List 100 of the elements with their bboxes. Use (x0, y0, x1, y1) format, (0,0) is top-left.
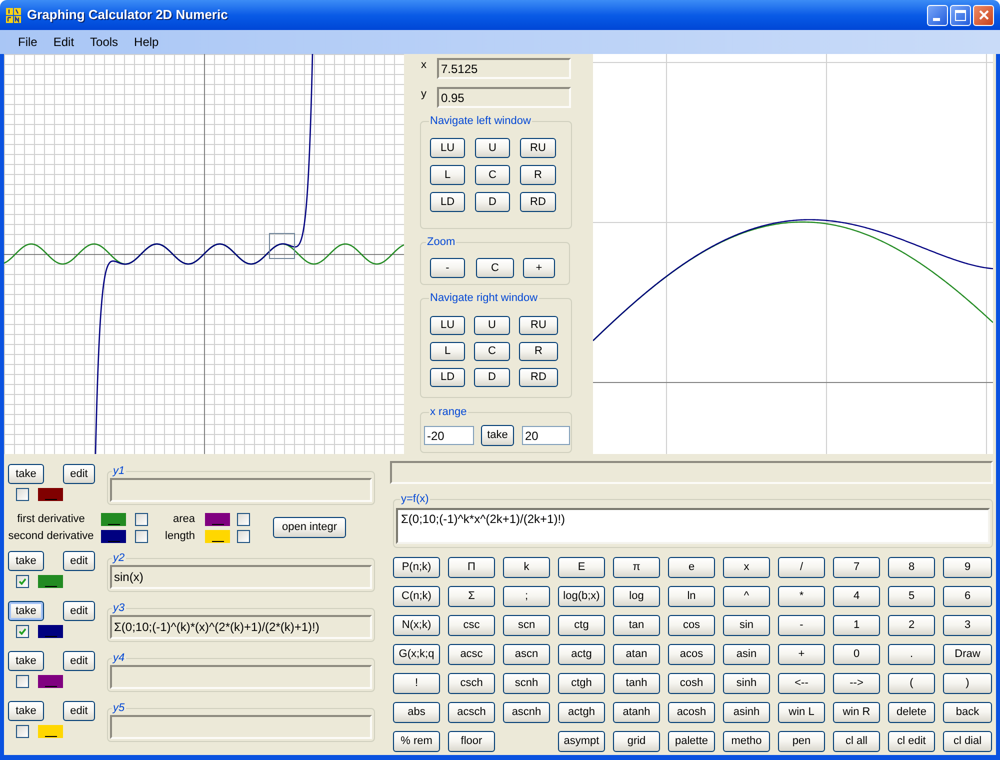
keypad-key[interactable]: C(n;k) (393, 586, 440, 607)
navigate-button[interactable]: D (474, 368, 510, 387)
close-button[interactable] (973, 4, 994, 26)
maximize-button[interactable] (950, 4, 971, 26)
keypad-key[interactable]: scn (503, 615, 550, 636)
navigate-button[interactable]: U (475, 138, 510, 158)
keypad-key[interactable]: metho (723, 731, 770, 752)
keypad-key[interactable]: acsch (448, 702, 495, 723)
color-swatch-icon[interactable] (101, 530, 126, 542)
keypad-key[interactable]: cosh (668, 673, 715, 694)
keypad-key[interactable]: ! (393, 673, 440, 694)
keypad-key[interactable]: grid (613, 731, 660, 752)
keypad-key[interactable]: Π (448, 557, 495, 578)
edit-button[interactable]: edit (63, 651, 95, 671)
navigate-button[interactable]: RU (519, 316, 558, 335)
function-field[interactable] (110, 478, 372, 502)
minimize-button[interactable] (927, 4, 948, 26)
keypad-key[interactable]: + (778, 644, 825, 665)
checkbox[interactable] (16, 575, 29, 588)
keypad-key[interactable]: 3 (943, 615, 992, 636)
keypad-key[interactable]: actgh (558, 702, 605, 723)
keypad-key[interactable]: 0 (833, 644, 880, 665)
keypad-key[interactable]: ^ (723, 586, 770, 607)
function-field[interactable]: Σ(0;10;(-1)^(k)*(x)^(2*(k)+1)/(2*(k)+1)!) (110, 615, 372, 639)
keypad-key[interactable]: asin (723, 644, 770, 665)
keypad-key[interactable]: csc (448, 615, 495, 636)
keypad-key[interactable]: cl all (833, 731, 880, 752)
keypad-key[interactable]: abs (393, 702, 440, 723)
navigate-button[interactable]: L (430, 165, 465, 185)
navigate-button[interactable]: R (519, 342, 558, 361)
color-swatch-icon[interactable] (38, 488, 63, 501)
keypad-key[interactable]: x (723, 557, 770, 578)
navigate-button[interactable]: RD (519, 368, 558, 387)
menu-item[interactable]: File (11, 34, 44, 50)
edit-button[interactable]: edit (63, 701, 95, 721)
keypad-key[interactable]: * (778, 586, 825, 607)
keypad-key[interactable]: ; (503, 586, 550, 607)
keypad-key[interactable]: atanh (613, 702, 660, 723)
navigate-button[interactable]: RD (520, 192, 556, 212)
keypad-key[interactable]: / (778, 557, 825, 578)
menu-item[interactable]: Tools (83, 34, 126, 50)
keypad-key[interactable]: π (613, 557, 660, 578)
zoom-button[interactable]: - (430, 258, 465, 278)
keypad-key[interactable]: ) (943, 673, 992, 694)
keypad-key[interactable]: 4 (833, 586, 880, 607)
open-integral-button[interactable]: open integr (273, 517, 346, 538)
keypad-key[interactable]: csch (448, 673, 495, 694)
keypad-key[interactable]: N(x;k) (393, 615, 440, 636)
keypad-key[interactable]: - (778, 615, 825, 636)
keypad-key[interactable]: log(b;x) (558, 586, 605, 607)
keypad-key[interactable]: G(x;k;q (393, 644, 440, 665)
range-end-field[interactable]: 20 (522, 426, 570, 445)
keypad-key[interactable]: E (558, 557, 605, 578)
zoom-button[interactable]: C (476, 258, 514, 278)
navigate-button[interactable]: C (475, 165, 510, 185)
keypad-key[interactable]: asinh (723, 702, 770, 723)
keypad-key[interactable]: tan (613, 615, 660, 636)
take-button[interactable]: take (8, 601, 44, 621)
keypad-key[interactable]: 6 (943, 586, 992, 607)
color-swatch-icon[interactable] (101, 512, 126, 526)
take-button[interactable]: take (8, 701, 44, 721)
keypad-key[interactable]: acos (668, 644, 715, 665)
keypad-key[interactable]: scnh (503, 673, 550, 694)
keypad-key[interactable]: 2 (888, 615, 935, 636)
keypad-key[interactable]: back (943, 702, 992, 723)
checkbox[interactable] (16, 625, 29, 638)
keypad-key[interactable]: win L (778, 702, 825, 723)
menu-item[interactable]: Edit (46, 34, 82, 50)
keypad-key[interactable]: pen (778, 731, 825, 752)
keypad-key[interactable]: 1 (833, 615, 880, 636)
keypad-key[interactable]: acosh (668, 702, 715, 723)
color-swatch-icon[interactable] (205, 530, 230, 542)
checkbox[interactable] (237, 512, 250, 526)
navigate-button[interactable]: R (520, 165, 556, 185)
navigate-button[interactable]: RU (520, 138, 556, 158)
keypad-key[interactable]: palette (668, 731, 715, 752)
take-button[interactable]: take (8, 464, 44, 484)
keypad-key[interactable]: <-- (778, 673, 825, 694)
keypad-key[interactable]: . (888, 644, 935, 665)
take-button[interactable]: take (8, 551, 44, 571)
keypad-key[interactable]: 5 (888, 586, 935, 607)
take-button[interactable]: take (8, 651, 44, 671)
navigate-button[interactable]: LD (430, 368, 465, 387)
keypad-key[interactable]: k (503, 557, 550, 578)
take-button[interactable]: take (481, 425, 514, 446)
keypad-key[interactable]: ctgh (558, 673, 605, 694)
checkbox[interactable] (16, 725, 29, 738)
checkbox[interactable] (135, 512, 148, 526)
navigate-button[interactable]: LU (430, 138, 465, 158)
keypad-key[interactable]: 7 (833, 557, 880, 578)
keypad-key[interactable]: cos (668, 615, 715, 636)
checkbox[interactable] (135, 530, 148, 542)
keypad-key[interactable]: asympt (558, 731, 605, 752)
keypad-key[interactable]: actg (558, 644, 605, 665)
keypad-key[interactable]: tanh (613, 673, 660, 694)
range-start-field[interactable]: -20 (424, 426, 474, 445)
navigate-button[interactable]: LU (430, 316, 465, 335)
edit-button[interactable]: edit (63, 464, 95, 484)
color-swatch-icon[interactable] (38, 625, 63, 638)
navigate-button[interactable]: L (430, 342, 465, 361)
